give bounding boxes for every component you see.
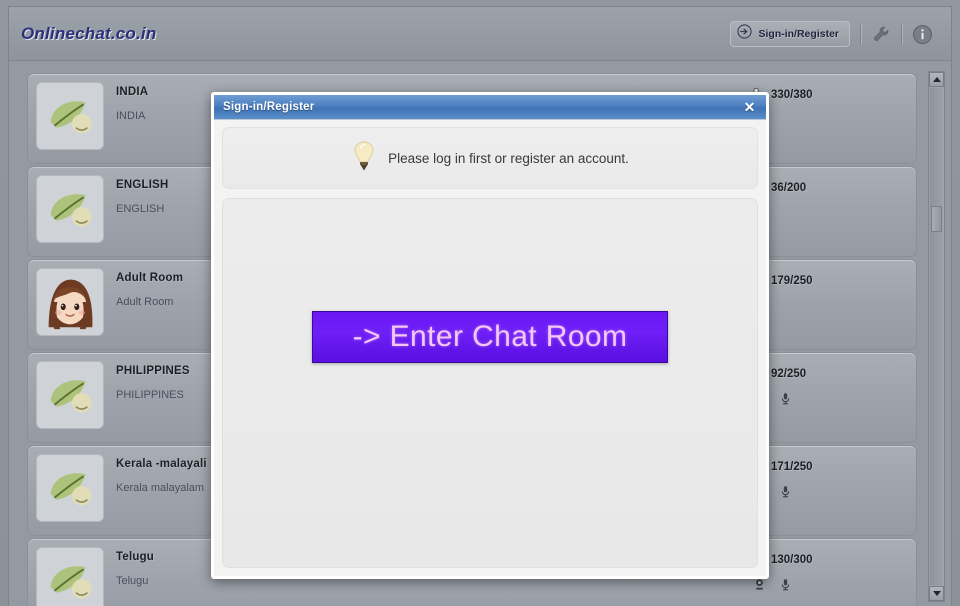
- leaf-default-icon: [36, 175, 104, 243]
- room-media-icons: [753, 485, 890, 503]
- scroll-up-button[interactable]: [929, 72, 944, 87]
- user-count: 179/250: [771, 274, 813, 287]
- user-count: 171/250: [771, 460, 813, 473]
- dialog-body: Please log in first or register an accou…: [214, 120, 766, 576]
- dialog-title: Sign-in/Register: [223, 101, 315, 113]
- user-count-line: 36/200: [750, 179, 890, 196]
- leaf-default-icon: [36, 361, 104, 429]
- user-count-line: 130/300: [750, 551, 890, 568]
- signin-register-button[interactable]: Sign-in/Register: [730, 21, 850, 47]
- room-stats: 330/380: [750, 86, 890, 131]
- leaf-default-icon: [36, 454, 104, 522]
- toolbar-divider-1: [860, 23, 861, 45]
- user-count: 36/200: [771, 181, 807, 194]
- chevron-down-icon: [932, 591, 941, 596]
- site-header: Onlinechat.co.in Sign-in/Register: [9, 7, 951, 61]
- user-count: 92/250: [771, 367, 807, 380]
- rooms-scrollbar[interactable]: [928, 71, 945, 602]
- header-tools: Sign-in/Register: [730, 19, 933, 49]
- girl-avatar-icon: [36, 268, 104, 336]
- toolbar-divider-2: [901, 23, 902, 45]
- room-media-icons: [753, 392, 890, 410]
- room-media-icons: [753, 578, 890, 596]
- info-icon[interactable]: [912, 24, 933, 45]
- room-stats: 92/250: [750, 365, 890, 410]
- scrollbar-track[interactable]: [930, 88, 943, 585]
- dialog-content-panel: -> Enter Chat Room: [222, 198, 758, 568]
- user-count-line: 92/250: [750, 365, 890, 382]
- dialog-title-bar: Sign-in/Register ✕: [214, 95, 766, 120]
- enter-chat-room-label: -> Enter Chat Room: [352, 320, 628, 353]
- sign-in-arrow-icon: [737, 24, 753, 44]
- signin-register-label: Sign-in/Register: [758, 28, 839, 40]
- lightbulb-icon: [351, 140, 377, 177]
- room-stats: 171/250: [750, 458, 890, 503]
- user-count: 130/300: [771, 553, 813, 566]
- wrench-icon[interactable]: [871, 24, 891, 44]
- chevron-up-icon: [932, 77, 941, 82]
- user-count-line: 330/380: [750, 86, 890, 103]
- signin-register-dialog: Sign-in/Register ✕ Please log in first o…: [211, 92, 769, 579]
- microphone-icon: [779, 578, 792, 596]
- leaf-default-icon: [36, 547, 104, 606]
- close-icon[interactable]: ✕: [740, 98, 759, 117]
- microphone-icon: [779, 392, 792, 410]
- webcam-icon: [753, 578, 766, 596]
- user-count-line: 171/250: [750, 458, 890, 475]
- notice-text: Please log in first or register an accou…: [388, 150, 629, 166]
- user-count: 330/380: [771, 88, 813, 101]
- scroll-down-button[interactable]: [929, 586, 944, 601]
- leaf-default-icon: [36, 82, 104, 150]
- microphone-icon: [779, 485, 792, 503]
- enter-chat-room-button[interactable]: -> Enter Chat Room: [312, 311, 668, 363]
- room-stats: 130/300: [750, 551, 890, 596]
- room-stats: 36/200: [750, 179, 890, 224]
- notice-panel: Please log in first or register an accou…: [222, 127, 758, 189]
- scrollbar-thumb[interactable]: [931, 206, 942, 232]
- site-logo: Onlinechat.co.in: [21, 24, 157, 43]
- user-count-line: 179/250: [750, 272, 890, 289]
- room-stats: 179/250: [750, 272, 890, 317]
